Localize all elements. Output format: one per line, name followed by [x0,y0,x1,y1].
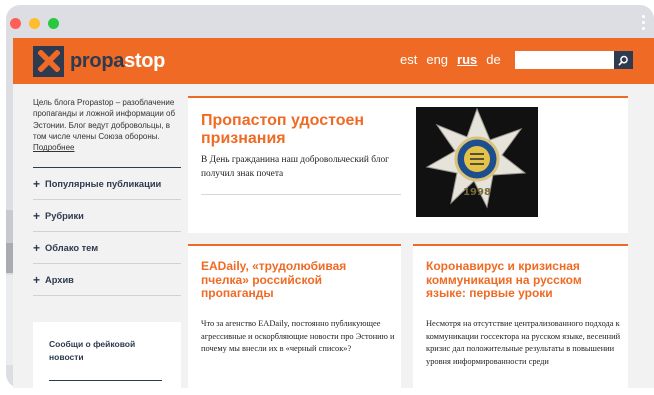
lang-de-link[interactable]: de [486,52,500,67]
svg-text:1998: 1998 [463,187,491,198]
plus-icon: + [33,176,41,191]
featured-divider [201,194,401,195]
article-excerpt: Несмотря на отсутствие централизованного… [426,319,621,366]
article-card[interactable]: Коронавирус и кризисная коммуникация на … [413,244,628,388]
report-fake-news-box[interactable]: Сообщи о фейковой новости [33,322,181,388]
featured-article-excerpt: В День гражданина наш добровольческий бл… [201,155,390,179]
featured-article-image[interactable]: 1998 [416,107,538,217]
article-title[interactable]: Коронавирус и кризисная коммуникация на … [426,259,621,301]
plus-icon: + [33,272,41,287]
site-logo[interactable]: propastop [33,45,165,77]
article-card[interactable]: EADaily, «трудолюбивая пчелка» российско… [188,244,401,388]
x-cross-logo-icon [33,45,64,77]
search-button[interactable] [614,51,633,69]
plus-icon: + [33,208,41,223]
maximize-window-button[interactable] [48,18,59,29]
language-switcher: est eng rus de [400,52,510,67]
sidebar: Цель блога Propastop – разоблачение проп… [33,84,181,297]
read-more-link[interactable]: Подробнее [33,143,75,152]
report-box-divider [49,380,162,381]
logo-text: propastop [70,49,166,72]
sidebar-item-popular[interactable]: + Популярные публикации [33,168,181,201]
honor-badge-image: 1998 [416,107,538,217]
lang-est-link[interactable]: est [400,52,417,67]
featured-article[interactable]: Пропастоп удостоен признания В День граж… [188,96,628,233]
article-excerpt: Что за агенство EADaily, постоянно публи… [201,319,395,353]
site-header: propastop est eng rus de [13,38,654,84]
close-window-button[interactable] [10,18,21,29]
minimize-window-button[interactable] [29,18,40,29]
sidebar-item-tag-cloud[interactable]: + Облако тем [33,232,181,265]
blog-intro: Цель блога Propastop – разоблачение проп… [33,98,176,153]
search-input[interactable] [515,51,633,69]
plus-icon: + [33,240,41,255]
web-page: propastop est eng rus de Цель блога Prop… [13,38,654,388]
search-icon [618,55,628,65]
sidebar-item-archive[interactable]: + Архив [33,264,181,297]
article-title[interactable]: EADaily, «трудолюбивая пчелка» российско… [201,259,396,301]
more-vertical-icon[interactable] [642,15,646,33]
lang-eng-link[interactable]: eng [426,52,448,67]
lang-rus-link[interactable]: rus [457,52,477,67]
sidebar-item-categories[interactable]: + Рубрики [33,200,181,233]
featured-article-title[interactable]: Пропастоп удостоен признания [201,112,401,148]
